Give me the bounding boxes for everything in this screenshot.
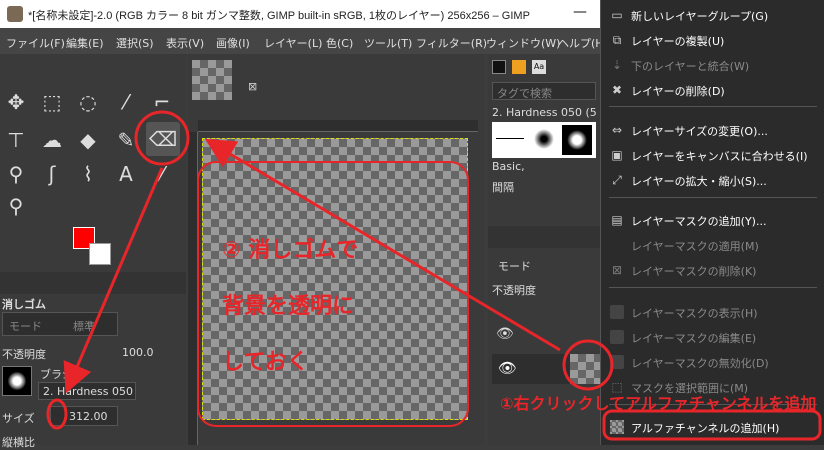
annotation-step1: ①右クリックしてアルファチャンネルを追加: [500, 394, 817, 413]
annotation-step2-line2: 背景を透明に: [222, 294, 355, 319]
eraser-highlight-circle: [134, 110, 190, 166]
alpha-item-highlight-box: [602, 409, 822, 441]
annotation-overlay: [46, 110, 822, 441]
arrow-to-size: [63, 167, 164, 394]
annotation-step2-line3: しておく: [222, 350, 309, 375]
layer-thumb-highlight-circle: [562, 339, 614, 391]
size-highlight-ellipse: [46, 398, 68, 430]
annotation-step2-line1: ② 消しゴムで: [222, 238, 359, 263]
